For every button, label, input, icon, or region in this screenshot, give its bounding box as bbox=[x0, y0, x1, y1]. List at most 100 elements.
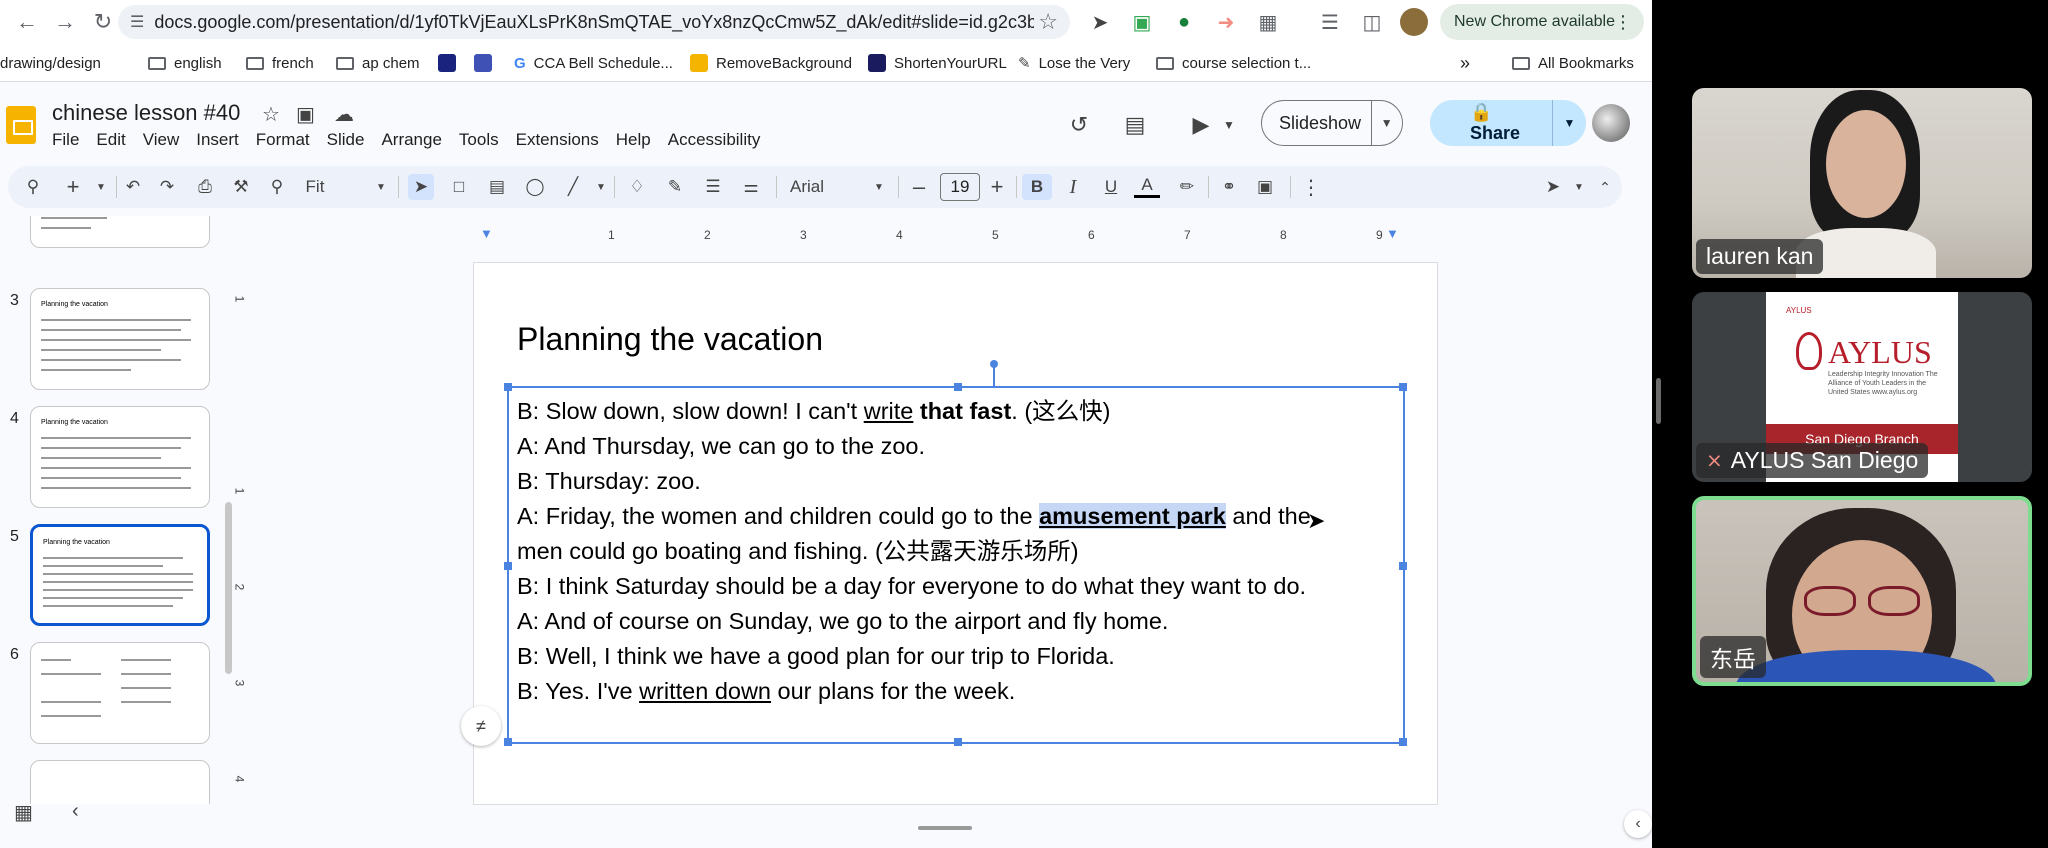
resize-handle[interactable] bbox=[1399, 562, 1407, 570]
extensions-puzzle-icon[interactable]: ▦ bbox=[1254, 8, 1282, 36]
bookmark-star-icon[interactable]: ☆ bbox=[1038, 9, 1058, 35]
move-folder-icon[interactable]: ▣ bbox=[296, 102, 315, 127]
bookmark-cca-bell-schedule[interactable]: G CCA Bell Schedule... bbox=[514, 52, 673, 74]
resize-handle[interactable] bbox=[954, 383, 962, 391]
back-arrow-icon[interactable]: ← bbox=[8, 3, 46, 41]
resize-handle[interactable] bbox=[954, 738, 962, 746]
bookmark-lose-the-very[interactable]: ✎ Lose the Very bbox=[1018, 52, 1130, 74]
filmstrip-scrollbar[interactable] bbox=[225, 502, 232, 674]
paint-format-icon[interactable]: ⚒ bbox=[228, 174, 254, 200]
slide[interactable]: Planning the vacation B: Slow down, slow… bbox=[473, 262, 1438, 805]
all-bookmarks[interactable]: All Bookmarks bbox=[1512, 52, 1634, 74]
resize-handle[interactable] bbox=[1399, 738, 1407, 746]
rotate-handle[interactable] bbox=[990, 360, 998, 368]
slide-thumbnail-active[interactable]: Planning the vacation bbox=[30, 524, 210, 626]
bookmark-folder-french[interactable]: french bbox=[246, 52, 314, 74]
new-chrome-available-button[interactable]: New Chrome available ⋮ bbox=[1440, 4, 1644, 40]
side-panel-icon[interactable]: ◫ bbox=[1358, 8, 1386, 36]
new-slide-dropdown-icon[interactable]: ▼ bbox=[88, 174, 114, 200]
menu-file[interactable]: File bbox=[52, 130, 79, 152]
reload-icon[interactable]: ↻ bbox=[84, 3, 122, 41]
format-options-icon[interactable]: ≠ bbox=[461, 706, 501, 746]
editing-mode-dropdown-icon[interactable]: ▼ bbox=[1566, 174, 1592, 200]
dialogue-text[interactable]: B: Slow down, slow down! I can't write t… bbox=[517, 394, 1397, 709]
line-icon[interactable]: ╱ bbox=[560, 174, 586, 200]
text-box-icon[interactable]: □ bbox=[446, 174, 472, 200]
select-cursor-icon[interactable]: ➤ bbox=[408, 174, 434, 200]
new-slide-plus-icon[interactable]: + bbox=[60, 174, 86, 200]
bookmark-course-selection[interactable]: course selection t... bbox=[1156, 52, 1311, 74]
undo-icon[interactable]: ↶ bbox=[120, 174, 146, 200]
more-options-icon[interactable]: ⋮ bbox=[1298, 174, 1324, 200]
grid-view-icon[interactable]: ▦ bbox=[14, 800, 33, 825]
menu-edit[interactable]: Edit bbox=[96, 130, 125, 152]
font-select[interactable]: Arial bbox=[790, 174, 824, 200]
search-menus-icon[interactable]: ⚲ bbox=[20, 174, 46, 200]
arrow-extension-icon[interactable]: ➜ bbox=[1212, 8, 1240, 36]
text-box-selected[interactable]: B: Slow down, slow down! I can't write t… bbox=[504, 360, 1407, 746]
editing-mode-icon[interactable]: ➤ bbox=[1540, 174, 1566, 200]
resize-handle[interactable] bbox=[504, 562, 512, 570]
document-title[interactable]: chinese lesson #40 bbox=[52, 100, 240, 126]
address-bar[interactable]: ☰ docs.google.com/presentation/d/1yf0TkV… bbox=[118, 5, 1070, 39]
italic-button[interactable]: I bbox=[1060, 174, 1086, 200]
comments-icon[interactable]: ▤ bbox=[1118, 108, 1152, 142]
meet-dropdown-chevron-icon[interactable]: ▼ bbox=[1212, 108, 1246, 142]
version-history-icon[interactable]: ↺ bbox=[1062, 108, 1096, 142]
highlight-color-icon[interactable]: ✏ bbox=[1174, 174, 1200, 200]
border-weight-icon[interactable]: ☰ bbox=[700, 174, 726, 200]
right-indent-marker-icon[interactable]: ▼ bbox=[1386, 226, 1399, 241]
redo-icon[interactable]: ↷ bbox=[154, 174, 180, 200]
participant-tile-speaking[interactable]: 东岳 bbox=[1692, 496, 2032, 686]
share-button[interactable]: 🔒 Share ▼ bbox=[1430, 100, 1586, 146]
slide-thumbnail[interactable] bbox=[30, 760, 210, 804]
slide-thumbnail[interactable] bbox=[30, 216, 210, 248]
menu-help[interactable]: Help bbox=[616, 130, 651, 152]
reading-list-icon[interactable]: ☰ bbox=[1316, 8, 1344, 36]
speaker-notes-drag-handle[interactable] bbox=[918, 826, 972, 830]
border-color-icon[interactable]: ✎ bbox=[662, 174, 688, 200]
print-icon[interactable]: ⎙ bbox=[192, 174, 218, 200]
collapse-filmstrip-icon[interactable]: ‹ bbox=[72, 800, 79, 823]
account-avatar[interactable] bbox=[1592, 104, 1630, 142]
cloud-saved-icon[interactable]: ☁ bbox=[334, 102, 354, 127]
participant-tile[interactable]: AYLUS AYLUS Leadership Integrity Innovat… bbox=[1692, 292, 2032, 482]
bookmark-c-icon[interactable] bbox=[474, 52, 500, 74]
slideshow-button[interactable]: Slideshow ▼ bbox=[1261, 100, 1403, 146]
shape-icon[interactable]: ◯ bbox=[522, 174, 548, 200]
bookmark-folder-english[interactable]: english bbox=[148, 52, 222, 74]
zoom-icon[interactable]: ⚲ bbox=[264, 174, 290, 200]
fill-color-icon[interactable]: ♢ bbox=[624, 174, 650, 200]
participant-tile[interactable]: lauren kan bbox=[1692, 88, 2032, 278]
forward-arrow-icon[interactable]: → bbox=[46, 3, 84, 41]
cursor-extension-icon[interactable]: ➤ bbox=[1086, 8, 1114, 36]
font-size-input[interactable]: 19 bbox=[940, 173, 980, 201]
menu-extensions[interactable]: Extensions bbox=[516, 130, 599, 152]
menu-accessibility[interactable]: Accessibility bbox=[668, 130, 761, 152]
bookmark-removebackground[interactable]: RemoveBackground bbox=[690, 52, 852, 74]
more-bookmarks-chevron-icon[interactable]: » bbox=[1460, 52, 1470, 74]
slide-title[interactable]: Planning the vacation bbox=[517, 321, 823, 358]
slides-logo-icon[interactable] bbox=[6, 106, 36, 144]
filmstrip[interactable]: 3 Planning the vacation 4 Planning the v… bbox=[0, 216, 242, 804]
insert-link-icon[interactable]: ⚭ bbox=[1216, 174, 1242, 200]
zoom-dropdown-icon[interactable]: ▼ bbox=[368, 174, 394, 200]
zoom-select[interactable]: Fit bbox=[302, 174, 328, 200]
line-dropdown-icon[interactable]: ▼ bbox=[588, 174, 614, 200]
bookmark-a-icon[interactable] bbox=[438, 52, 464, 74]
sheets-extension-icon[interactable]: ▣ bbox=[1128, 8, 1156, 36]
font-dropdown-icon[interactable]: ▼ bbox=[866, 174, 892, 200]
profile-avatar[interactable] bbox=[1400, 8, 1428, 36]
text-color-button[interactable]: A bbox=[1134, 174, 1160, 198]
evernote-extension-icon[interactable]: ● bbox=[1170, 8, 1198, 36]
bold-button[interactable]: B bbox=[1022, 174, 1052, 200]
share-dropdown-chevron-icon[interactable]: ▼ bbox=[1552, 100, 1586, 146]
slide-thumbnail[interactable]: Planning the vacation bbox=[30, 406, 210, 508]
slide-thumbnail[interactable]: Planning the vacation bbox=[30, 288, 210, 390]
menu-format[interactable]: Format bbox=[256, 130, 310, 152]
hide-menus-chevron-icon[interactable]: ⌃ bbox=[1592, 174, 1618, 200]
star-icon[interactable]: ☆ bbox=[262, 102, 280, 127]
insert-comment-icon[interactable]: ▣ bbox=[1252, 174, 1278, 200]
insert-image-icon[interactable]: ▤ bbox=[484, 174, 510, 200]
bookmark-folder-ap-chem[interactable]: ap chem bbox=[336, 52, 420, 74]
